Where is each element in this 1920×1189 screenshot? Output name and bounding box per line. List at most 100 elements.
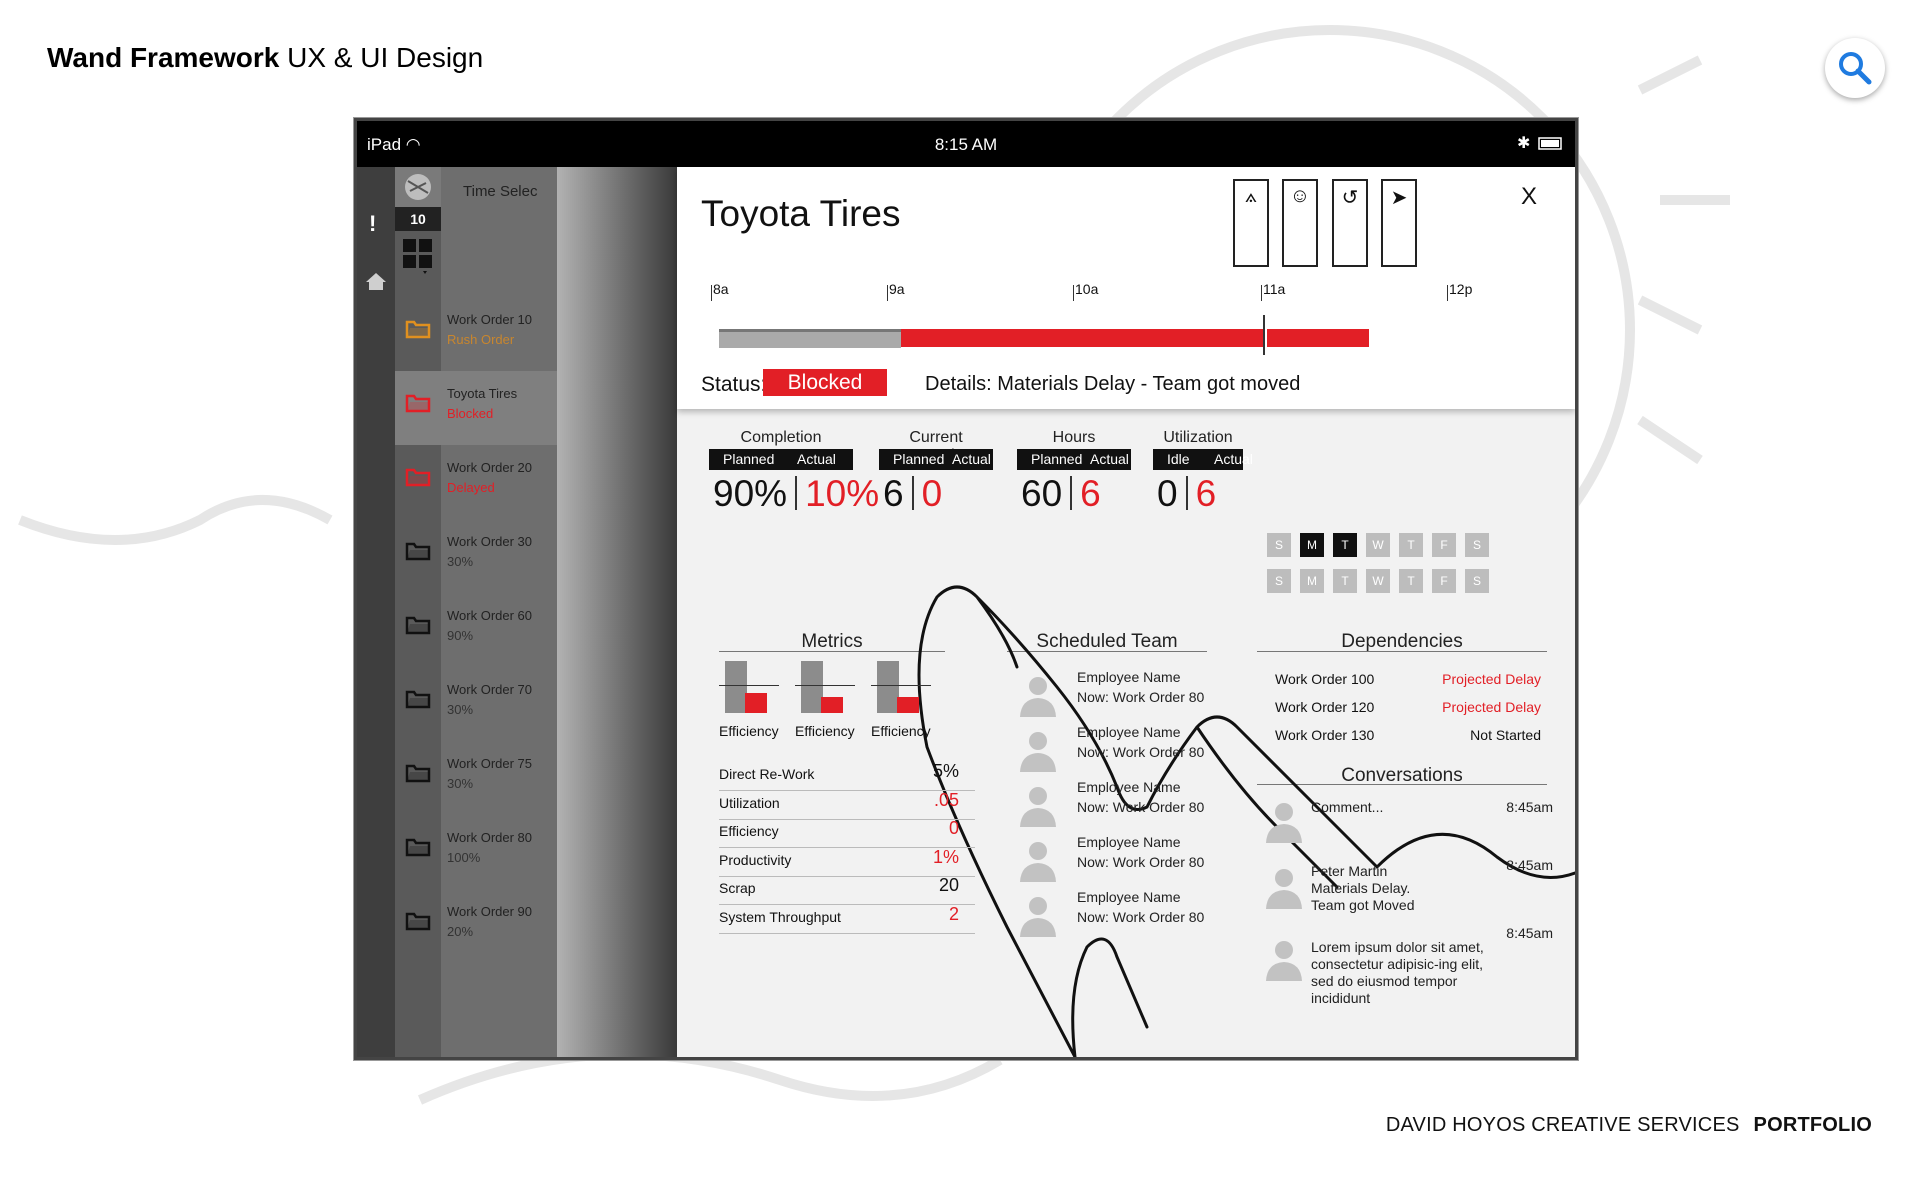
- footer: DAVID HOYOS CREATIVE SERVICES PORTFOLIO: [1385, 1114, 1872, 1136]
- metric-label: System Throughput: [719, 908, 841, 925]
- stat-value-divider: [1070, 476, 1073, 510]
- work-order-status: Delayed: [447, 480, 495, 495]
- timeline-tick-line: [1261, 285, 1262, 301]
- stat-value-b: 6: [1080, 473, 1101, 514]
- day-toggle[interactable]: T: [1399, 533, 1423, 557]
- avatar: [1263, 799, 1305, 843]
- member-work: Now: Work Order 80: [1077, 799, 1205, 815]
- member-work: Now: Work Order 80: [1077, 689, 1205, 705]
- folder-icon: [405, 689, 431, 709]
- link-icon: ↺: [1341, 187, 1359, 209]
- time-select-label[interactable]: Time Selec: [463, 183, 537, 200]
- day-toggle[interactable]: M: [1300, 569, 1324, 593]
- day-toggle[interactable]: W: [1366, 569, 1390, 593]
- timeline-completed-bar: [719, 329, 901, 348]
- work-order-name: Work Order 75: [447, 756, 533, 771]
- day-toggle[interactable]: F: [1432, 533, 1456, 557]
- bird-tool-button[interactable]: ➤: [1381, 179, 1417, 267]
- metric-label: Direct Re-Work: [719, 766, 815, 782]
- member-work: Now: Work Order 80: [1077, 744, 1205, 760]
- day-toggle[interactable]: T: [1333, 533, 1357, 557]
- team-tool-button[interactable]: ☺: [1282, 179, 1318, 267]
- compass-tool-button[interactable]: ⟑: [1233, 179, 1269, 267]
- stat-value-a: 60: [1021, 473, 1063, 514]
- day-toggle[interactable]: F: [1432, 569, 1456, 593]
- app-logo[interactable]: [395, 167, 441, 207]
- folder-icon: [405, 541, 431, 561]
- timeline-tick-label: 8a: [713, 281, 729, 297]
- day-toggle[interactable]: W: [1366, 533, 1390, 557]
- timeline-blocked-bar: [901, 329, 1263, 347]
- work-order-item[interactable]: Work Order 80 100%: [395, 815, 557, 889]
- member-name: Employee Name: [1077, 834, 1181, 850]
- dependency-row[interactable]: Work Order 130 Not Started: [1275, 727, 1541, 755]
- work-order-item[interactable]: Work Order 60 90%: [395, 593, 557, 667]
- work-order-item[interactable]: Work Order 10 Rush Order: [395, 297, 557, 371]
- conversation-item[interactable]: Comment... 8:45am: [1263, 799, 1553, 859]
- stat-title: Hours: [1052, 429, 1096, 446]
- work-order-item[interactable]: Work Order 90 20%: [395, 889, 557, 963]
- day-toggle[interactable]: T: [1333, 569, 1357, 593]
- stat-value-divider: [1185, 476, 1188, 510]
- day-toggle[interactable]: S: [1465, 533, 1489, 557]
- metric-value: 0: [948, 818, 959, 838]
- metric-target-line: [871, 685, 931, 686]
- work-order-name: Work Order 60: [447, 608, 533, 623]
- close-button[interactable]: X: [1521, 183, 1537, 211]
- metric-label: Utilization: [719, 794, 780, 811]
- work-order-detail-panel: Toyota Tires ⟑ ☺ ↺ ➤ X Status: Blocked D…: [677, 167, 1575, 1057]
- ios-status-bar: iPad ◠ 8:15 AM ✱: [357, 121, 1575, 167]
- work-order-item[interactable]: Toyota Tires Blocked: [395, 371, 557, 445]
- timeline-now-marker: [1263, 315, 1265, 355]
- avatar: [1017, 838, 1059, 882]
- metric-row: System Throughput 2: [719, 898, 975, 934]
- team-member[interactable]: Employee Name Now: Work Order 80: [1017, 887, 1257, 953]
- search-button[interactable]: [1825, 38, 1885, 98]
- work-order-item[interactable]: Work Order 70 30%: [395, 667, 557, 741]
- work-order-name: Toyota Tires: [447, 386, 518, 401]
- day-toggle[interactable]: S: [1267, 533, 1291, 557]
- stat-sub-b: Actual: [952, 451, 991, 467]
- day-toggle[interactable]: S: [1465, 569, 1489, 593]
- link-tool-button[interactable]: ↺: [1332, 179, 1368, 267]
- day-toggle[interactable]: M: [1300, 533, 1324, 557]
- timeline-tick-line: [1073, 285, 1074, 301]
- work-order-item[interactable]: Work Order 30 30%: [395, 519, 557, 593]
- dependency-row[interactable]: Work Order 100 Projected Delay: [1275, 671, 1541, 699]
- day-toggle[interactable]: T: [1399, 569, 1423, 593]
- dependency-status: Not Started: [1470, 727, 1541, 743]
- metric-bar-planned: [877, 661, 899, 713]
- metric-bar-planned: [801, 661, 823, 713]
- metric-value: 5%: [932, 761, 959, 781]
- conversation-item[interactable]: Peter Martin Materials Delay. Team got M…: [1263, 857, 1553, 917]
- work-order-item[interactable]: Work Order 20 Delayed: [395, 445, 557, 519]
- app-rail: !: [357, 167, 395, 1057]
- stat-subheader: Idle Actual: [1153, 449, 1253, 470]
- bird-icon: ➤: [1390, 187, 1408, 209]
- metric-chart-label: Efficiency: [719, 723, 779, 739]
- member-work: Now: Work Order 80: [1077, 854, 1205, 870]
- work-order-status: 30%: [447, 554, 474, 569]
- ipad-frame: iPad ◠ 8:15 AM ✱ ! 10 Time Selec Toyota …: [354, 118, 1578, 1060]
- conversation-item[interactable]: Lorem ipsum dolor sit amet, consectetur …: [1263, 925, 1553, 1006]
- work-order-item[interactable]: Work Order 75 30%: [395, 741, 557, 815]
- stat-sub-a: Planned: [1031, 451, 1083, 467]
- timeline-tick-line: [887, 285, 888, 301]
- stat-subheader: Planned Actual: [1017, 449, 1131, 470]
- conversations-divider: [1257, 784, 1547, 785]
- home-icon[interactable]: [365, 271, 387, 296]
- day-toggle[interactable]: S: [1267, 569, 1291, 593]
- alert-count-badge: 10: [395, 207, 441, 231]
- stat-value-a: 0: [1157, 473, 1178, 514]
- grid-view-icon[interactable]: [403, 239, 433, 280]
- conversation-time: 8:45am: [1506, 799, 1553, 815]
- member-name: Employee Name: [1077, 779, 1181, 795]
- member-name: Employee Name: [1077, 724, 1181, 740]
- dependency-row[interactable]: Work Order 120 Projected Delay: [1275, 699, 1541, 727]
- stat-title: Completion: [740, 429, 822, 446]
- timeline-tick-label: 12p: [1449, 281, 1473, 297]
- folder-icon: [405, 837, 431, 857]
- dependency-status: Projected Delay: [1442, 699, 1541, 715]
- avatar: [1017, 893, 1059, 937]
- alert-icon[interactable]: !: [369, 211, 376, 237]
